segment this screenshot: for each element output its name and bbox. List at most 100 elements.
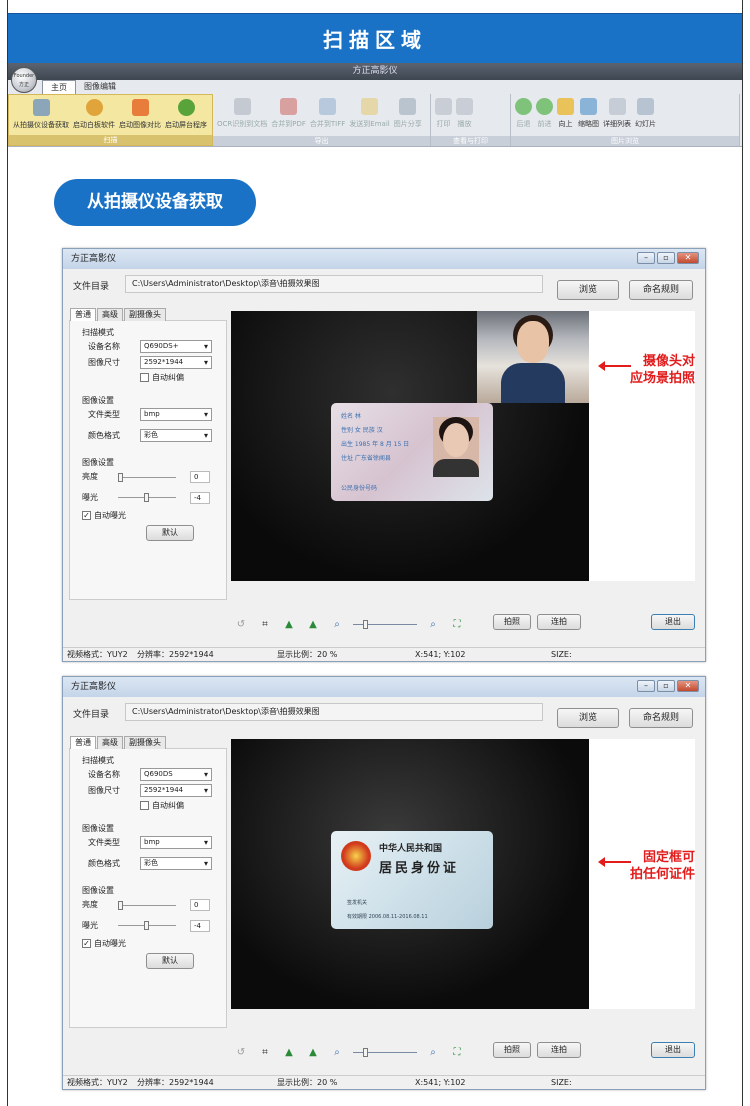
color-select[interactable]: 彩色 — [140, 857, 212, 870]
burst-button[interactable]: 连拍 — [537, 1042, 581, 1058]
camera-view: 姓名 林 性别 女 民族 汉 出生 1985 年 8 月 15 日 住址 广东省… — [231, 311, 695, 581]
naming-rule-button[interactable]: 命名规则 — [629, 280, 693, 300]
size-select[interactable]: 2592*1944 — [140, 356, 212, 369]
tab-advanced[interactable]: 高级 — [97, 736, 123, 749]
annotation-note: 摄像头对 应场景拍照 — [629, 354, 695, 386]
zoom-out-icon[interactable]: ⌕ — [329, 619, 345, 630]
banner-title: 扫描区域 — [8, 13, 742, 63]
crop-icon[interactable]: ⌗ — [257, 1047, 273, 1058]
zoom-knob[interactable] — [363, 1047, 368, 1057]
tab-secondary-camera[interactable]: 副摄像头 — [124, 308, 166, 321]
browse-button[interactable]: 浏览 — [557, 708, 619, 728]
ribbon-tab-home[interactable]: 主页 — [42, 80, 76, 94]
shoot-button[interactable]: 拍照 — [493, 1042, 531, 1058]
fit-icon[interactable]: ⛶ — [449, 619, 465, 630]
tab-advanced[interactable]: 高级 — [97, 308, 123, 321]
thumbnail-icon — [580, 98, 597, 115]
maximize-icon[interactable]: ▫ — [657, 680, 675, 692]
app-orb-button[interactable]: Founder 方正 — [11, 67, 37, 93]
color-select[interactable]: 彩色 — [140, 429, 212, 442]
size-select[interactable]: 2592*1944 — [140, 784, 212, 797]
id-card-front: 姓名 林 性别 女 民族 汉 出生 1985 年 8 月 15 日 住址 广东省… — [331, 403, 493, 501]
folder-up-icon — [557, 98, 574, 115]
ribbon-group-export: OCR识别到文档 合并到PDF 合并到TIFF 发送到Email 图片分享 导出 — [213, 94, 431, 146]
fit-icon[interactable]: ⛶ — [449, 1047, 465, 1058]
filetype-select[interactable]: bmp — [140, 836, 212, 849]
autocorrect-checkbox[interactable] — [140, 373, 149, 382]
zoom-knob[interactable] — [363, 619, 368, 629]
ribbon-group-view-print: 打印 播放 查看与打印 — [431, 94, 511, 146]
print-icon — [435, 98, 452, 115]
camera-view: 中华人民共和国 居民身份证 签发机关 有效期限 2006.08.11-2016.… — [231, 739, 695, 1009]
view-toolbar: ↺ ⌗ ▲ ▲ ⌕ ⌕ ⛶ — [233, 1043, 465, 1061]
zoom-in-icon[interactable]: ⌕ — [425, 1047, 441, 1058]
exposure-slider[interactable] — [118, 921, 176, 930]
dir-path-field[interactable]: C:\Users\Administrator\Desktop\添音\拍摄效果图 — [125, 703, 543, 721]
note-arrow — [598, 361, 631, 371]
device-select[interactable]: Q690DS — [140, 768, 212, 781]
crop-icon[interactable]: ⌗ — [257, 619, 273, 630]
slider-knob[interactable] — [144, 921, 149, 930]
brightness-value[interactable]: 0 — [190, 899, 210, 911]
rotate-icon[interactable]: ↺ — [233, 619, 249, 630]
ribbon: 方正高影仪 Founder 方正 主页 图像编辑 从拍摄仪设备获取 启动白板软件… — [8, 63, 742, 147]
brightness-slider[interactable] — [118, 901, 176, 910]
brightness-slider[interactable] — [118, 473, 176, 482]
maximize-icon[interactable]: ▫ — [657, 252, 675, 264]
exposure-value[interactable]: -4 — [190, 920, 210, 932]
image-settings2-heading: 图像设置 — [82, 458, 114, 467]
zoom-slider[interactable] — [353, 619, 417, 629]
exposure-slider[interactable] — [118, 493, 176, 502]
pdf-icon — [280, 98, 298, 115]
tab-normal[interactable]: 普通 — [70, 308, 96, 321]
id-card-back: 中华人民共和国 居民身份证 签发机关 有效期限 2006.08.11-2016.… — [331, 831, 493, 929]
exposure-value[interactable]: -4 — [190, 492, 210, 504]
autoexposure-checkbox[interactable]: ✓ — [82, 511, 91, 520]
default-button[interactable]: 默认 — [146, 525, 194, 541]
image-settings2-heading: 图像设置 — [82, 886, 114, 895]
zoom-in-icon[interactable]: ⌕ — [425, 619, 441, 630]
slider-knob[interactable] — [144, 493, 149, 502]
browse-button[interactable]: 浏览 — [557, 280, 619, 300]
close-icon[interactable]: ✕ — [677, 252, 699, 264]
dir-path-field[interactable]: C:\Users\Administrator\Desktop\添音\拍摄效果图 — [125, 275, 543, 293]
brightness-value[interactable]: 0 — [190, 471, 210, 483]
naming-rule-button[interactable]: 命名规则 — [629, 708, 693, 728]
camera-icon — [32, 99, 50, 116]
tab-normal[interactable]: 普通 — [70, 736, 96, 749]
ocr-icon — [233, 98, 251, 115]
exit-button[interactable]: 退出 — [651, 614, 695, 630]
rotate-right-icon[interactable]: ▲ — [305, 1047, 321, 1058]
device-label: 设备名称 — [88, 770, 120, 779]
tab-secondary-camera[interactable]: 副摄像头 — [124, 736, 166, 749]
rotate-left-icon[interactable]: ▲ — [281, 1047, 297, 1058]
filetype-select[interactable]: bmp — [140, 408, 212, 421]
autocorrect-label: 自动纠偏 — [152, 373, 184, 382]
rotate-left-icon[interactable]: ▲ — [281, 619, 297, 630]
zoom-out-icon[interactable]: ⌕ — [329, 1047, 345, 1058]
slider-knob[interactable] — [118, 473, 123, 482]
slider-knob[interactable] — [118, 901, 123, 910]
note-arrow — [598, 857, 631, 867]
shoot-button[interactable]: 拍照 — [493, 614, 531, 630]
minimize-icon[interactable]: – — [637, 252, 655, 264]
rotate-icon[interactable]: ↺ — [233, 1047, 249, 1058]
filetype-label: 文件类型 — [88, 838, 120, 847]
zoom-slider[interactable] — [353, 1047, 417, 1057]
device-select[interactable]: Q690DS+ — [140, 340, 212, 353]
close-icon[interactable]: ✕ — [677, 680, 699, 692]
minimize-icon[interactable]: – — [637, 680, 655, 692]
autocorrect-checkbox[interactable] — [140, 801, 149, 810]
burst-button[interactable]: 连拍 — [537, 614, 581, 630]
exit-button[interactable]: 退出 — [651, 1042, 695, 1058]
annotation-note: 固定框可 拍任何证件 — [629, 850, 695, 882]
ribbon-group-browse: 后退 前进 向上 缩略图 详细列表 幻灯片 图片浏览 — [511, 94, 740, 146]
national-emblem-icon — [341, 841, 371, 871]
ribbon-tab-image-edit[interactable]: 图像编辑 — [76, 80, 124, 94]
autoexposure-checkbox[interactable]: ✓ — [82, 939, 91, 948]
palette-icon — [85, 99, 103, 116]
settings-panel: 普通 高级 副摄像头 扫描模式 设备名称 Q690DS+ 图像尺寸 2592*1… — [69, 308, 227, 600]
autocorrect-label: 自动纠偏 — [152, 801, 184, 810]
default-button[interactable]: 默认 — [146, 953, 194, 969]
rotate-right-icon[interactable]: ▲ — [305, 619, 321, 630]
